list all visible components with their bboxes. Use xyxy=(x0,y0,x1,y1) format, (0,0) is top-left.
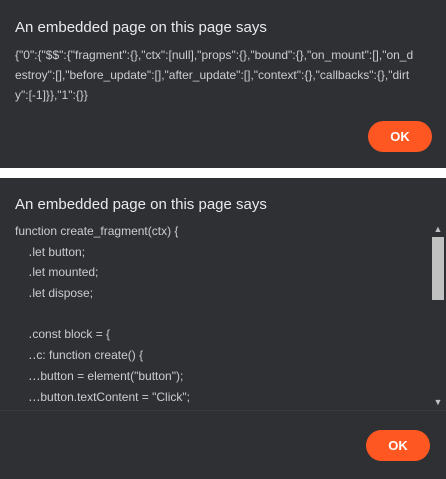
code-line: ․let mounted; xyxy=(15,265,99,280)
code-line: ․․c: function create() { xyxy=(15,348,144,363)
dialog-title: An embedded page on this page says xyxy=(15,196,267,213)
code-line: function create_fragment(ctx) { xyxy=(15,224,179,238)
ok-button[interactable]: OK xyxy=(368,121,432,152)
dialog-separator xyxy=(0,168,446,178)
chevron-down-icon[interactable]: ▼ xyxy=(430,395,446,409)
scrollbar-thumb[interactable] xyxy=(432,237,444,300)
divider xyxy=(0,410,446,411)
ok-button[interactable]: OK xyxy=(366,430,430,461)
code-line: ․․․button.textContent = "Click"; xyxy=(15,389,190,404)
code-line: ․let dispose; xyxy=(15,286,94,301)
vertical-scrollbar[interactable]: ▲ ▼ xyxy=(430,221,446,410)
code-line: ․const block = { xyxy=(15,327,111,342)
code-line: ․․․button = element("button"); xyxy=(15,368,184,383)
chevron-up-icon[interactable]: ▲ xyxy=(430,222,446,236)
alert-dialog-1: An embedded page on this page says {"0":… xyxy=(0,0,446,168)
dialog-title: An embedded page on this page says xyxy=(15,19,267,36)
alert-dialog-2: An embedded page on this page says funct… xyxy=(0,178,446,479)
code-line: ․let button; xyxy=(15,244,86,259)
code-message-area[interactable]: function create_fragment(ctx) { ․let but… xyxy=(0,221,430,410)
dialog-message: {"0":{"$$":{"fragment":{},"ctx":[null],"… xyxy=(15,48,414,102)
